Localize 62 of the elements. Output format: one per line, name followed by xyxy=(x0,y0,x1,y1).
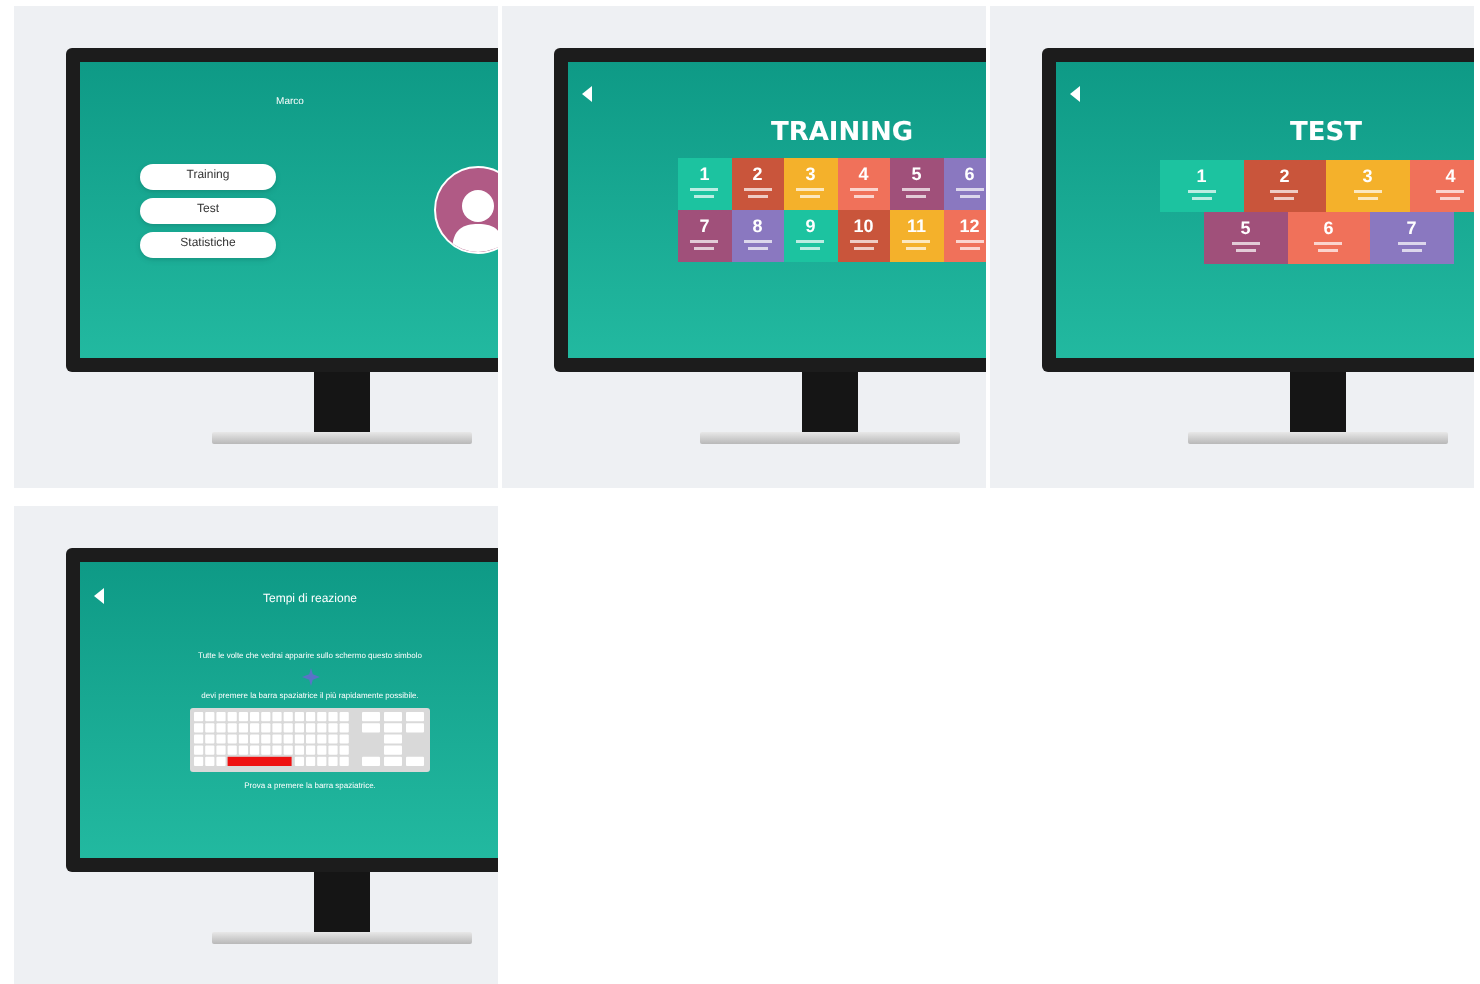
screen-title: TRAINING xyxy=(770,120,914,148)
back-arrow-icon[interactable] xyxy=(582,86,594,102)
tile-number: 5 xyxy=(911,164,922,184)
tile-number: 11 xyxy=(906,216,926,236)
blurred-text-drawing xyxy=(951,240,986,252)
tile-number: 1 xyxy=(1196,166,1207,186)
tile-number: 6 xyxy=(1323,218,1334,238)
person-icon xyxy=(452,188,498,252)
tile-number: 12 xyxy=(959,216,980,236)
tile-number: 7 xyxy=(699,216,710,236)
exercise-tile[interactable]: 1 xyxy=(1160,160,1243,212)
exercise-tile[interactable]: 12 xyxy=(943,210,986,262)
exercise-tile[interactable]: 6 xyxy=(943,158,986,210)
tile-number: 10 xyxy=(853,216,874,236)
blurred-text-drawing xyxy=(1183,190,1220,202)
blurred-text-drawing xyxy=(1266,190,1303,202)
exercise-tile[interactable]: 5 xyxy=(890,158,943,210)
screen-title: TEST xyxy=(1290,120,1362,148)
exercise-tile[interactable]: 8 xyxy=(731,210,784,262)
tile-number: 7 xyxy=(1406,218,1417,238)
blurred-text-drawing xyxy=(1227,242,1264,254)
exercise-tile[interactable]: 4 xyxy=(837,158,890,210)
blurred-text-drawing xyxy=(1349,190,1386,202)
exercise-tile[interactable]: 1 xyxy=(678,158,731,210)
tile-number: 3 xyxy=(805,164,816,184)
tile-number: 3 xyxy=(1362,166,1373,186)
blurred-text-drawing xyxy=(951,188,986,200)
exercise-tile[interactable]: 4 xyxy=(1409,160,1474,212)
blurred-text-drawing xyxy=(1393,242,1430,254)
blurred-text-drawing xyxy=(739,188,776,200)
blurred-text-drawing xyxy=(739,240,776,252)
tile-number: 1 xyxy=(699,164,710,184)
exercise-tile[interactable]: 7 xyxy=(678,210,731,262)
tile-number: 9 xyxy=(805,216,816,236)
blurred-text-drawing xyxy=(792,188,829,200)
tile-number: 4 xyxy=(858,164,869,184)
tile-number: 2 xyxy=(1279,166,1290,186)
exercise-tile[interactable]: 7 xyxy=(1370,212,1453,264)
blurred-text-drawing xyxy=(898,240,935,252)
blurred-text-drawing xyxy=(686,240,723,252)
blurred-text-drawing xyxy=(845,188,882,200)
exercise-tile[interactable]: 2 xyxy=(731,158,784,210)
exercise-tile[interactable]: 5 xyxy=(1204,212,1287,264)
blurred-text-drawing xyxy=(845,240,882,252)
tile-number: 5 xyxy=(1240,218,1251,238)
blurred-text-drawing xyxy=(686,188,723,200)
exercise-tile[interactable]: 2 xyxy=(1243,160,1326,212)
blurred-text-drawing xyxy=(792,240,829,252)
star-symbol-icon xyxy=(301,668,319,686)
blurred-text-drawing xyxy=(1310,242,1347,254)
tile-number: 8 xyxy=(752,216,763,236)
exercise-tile[interactable]: 10 xyxy=(837,210,890,262)
tile-number: 4 xyxy=(1445,166,1456,186)
tile-number: 6 xyxy=(964,164,975,184)
tile-number: 2 xyxy=(752,164,763,184)
exercise-tile[interactable]: 9 xyxy=(784,210,837,262)
exercise-tile[interactable]: 6 xyxy=(1287,212,1370,264)
back-arrow-icon[interactable] xyxy=(94,588,106,604)
avatar[interactable] xyxy=(434,166,498,254)
back-arrow-icon[interactable] xyxy=(1070,86,1082,102)
blurred-text-drawing xyxy=(1432,190,1469,202)
blurred-text-drawing xyxy=(898,188,935,200)
